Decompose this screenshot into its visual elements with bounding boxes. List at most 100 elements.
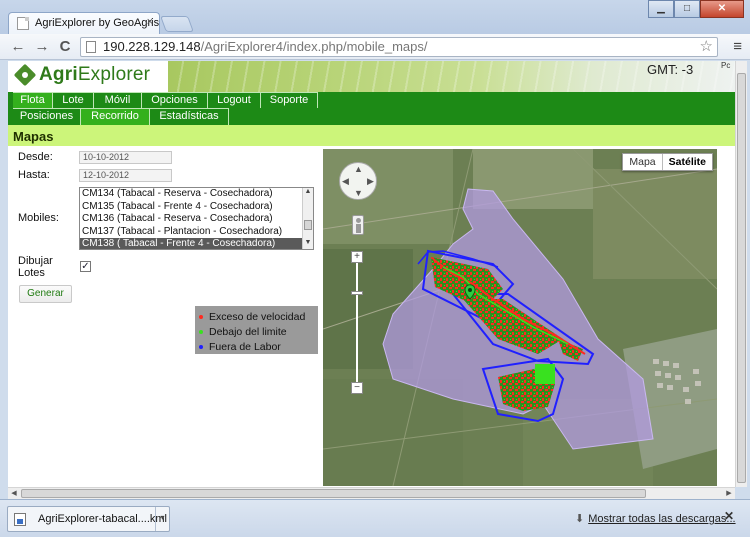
minimize-button[interactable]: ▁ <box>648 0 674 18</box>
url-text: 190.228.129.148/AgriExplorer4/index.php/… <box>103 39 428 54</box>
reload-button[interactable]: C <box>55 37 75 57</box>
pan-up-icon[interactable]: ▲ <box>354 164 363 174</box>
blue-dot-icon <box>199 344 203 349</box>
legend-item-speeding: Exceso de velocidad <box>195 309 318 324</box>
green-dot-icon <box>199 329 203 334</box>
header-banner: AgriExplorer GMT: -3 Pc <box>8 61 735 92</box>
close-window-button[interactable]: ✕ <box>700 0 744 18</box>
browser-titlebar: AgriExplorer by GeoAgris × ▁ □ ✕ <box>0 0 750 34</box>
window-controls: ▁ □ ✕ <box>648 0 744 18</box>
zoom-slider-handle[interactable] <box>351 291 363 295</box>
browser-menu-icon[interactable]: ≡ <box>733 38 742 55</box>
red-dot-icon <box>199 314 203 319</box>
street-view-pegman-icon[interactable] <box>352 215 364 235</box>
mobile-option-selected[interactable]: CM138 ( Tabacal - Frente 4 - Cosechadora… <box>80 238 313 249</box>
legend-item-under-limit: Debajo del limite <box>195 324 318 339</box>
pan-control[interactable]: ▲ ▼ ◀ ▶ <box>339 162 377 200</box>
scroll-right-icon[interactable]: ▶ <box>723 488 735 499</box>
show-all-downloads-link[interactable]: Mostrar todas las descargas... <box>588 513 735 525</box>
nav-movil[interactable]: Móvil <box>94 92 142 108</box>
nav-lote[interactable]: Lote <box>53 92 94 108</box>
page-favicon-icon <box>17 17 29 30</box>
forward-button[interactable]: → <box>32 37 52 57</box>
logo-agri: Agri <box>39 64 78 85</box>
map-type-satelite[interactable]: Satélite <box>661 154 712 170</box>
desde-label: Desde: <box>18 151 53 163</box>
generar-button[interactable]: Generar <box>19 285 72 303</box>
hasta-input[interactable]: 12-10-2012 <box>79 169 172 182</box>
maximize-button[interactable]: □ <box>674 0 700 18</box>
download-menu-chevron-icon[interactable]: ▾ <box>155 507 169 531</box>
listbox-scrollbar[interactable]: ▲ ▼ <box>302 188 313 249</box>
scroll-left-icon[interactable]: ◀ <box>8 488 20 499</box>
mobile-option[interactable]: CM134 (Tabacal - Reserva - Cosechadora) <box>80 188 313 201</box>
back-button[interactable]: ← <box>8 37 28 57</box>
page-title: Mapas <box>13 129 54 144</box>
satellite-map[interactable]: Mapa Satélite ▲ ▼ ◀ ▶ + − <box>323 149 717 486</box>
legend-item-off-labor: Fuera de Labor <box>195 339 318 354</box>
lotes-label: Lotes <box>18 267 45 279</box>
desde-input[interactable]: 10-10-2012 <box>79 151 172 164</box>
pan-right-icon[interactable]: ▶ <box>367 176 374 187</box>
logo-mark-icon <box>14 64 36 86</box>
vertical-scroll-thumb[interactable] <box>737 73 746 483</box>
nav-estadisticas[interactable]: Estadísticas <box>150 108 229 125</box>
mobiles-listbox[interactable]: CM134 (Tabacal - Reserva - Cosechadora) … <box>79 187 314 250</box>
logo-explorer: Explorer <box>77 64 151 85</box>
dibujar-label: Dibujar <box>18 255 53 267</box>
tab-close-icon[interactable]: × <box>147 16 153 28</box>
dibujar-lotes-checkbox[interactable]: ✓ <box>80 261 91 272</box>
nav-flota[interactable]: Flota <box>13 92 53 108</box>
route-legend: Exceso de velocidad Debajo del limite Fu… <box>195 306 318 354</box>
show-all-downloads[interactable]: ⬇ Mostrar todas las descargas... <box>575 512 736 525</box>
pan-left-icon[interactable]: ◀ <box>342 176 349 187</box>
section-header: Mapas <box>8 125 735 146</box>
secondary-nav: Posiciones Recorrido Estadísticas <box>8 108 735 125</box>
primary-nav: Flota Lote Móvil Opciones Logout Soporte <box>8 92 735 108</box>
nav-recorrido[interactable]: Recorrido <box>81 108 150 125</box>
map-type-mapa[interactable]: Mapa <box>623 154 661 170</box>
url-host: 190.228.129.148 <box>103 39 201 54</box>
pan-down-icon[interactable]: ▼ <box>354 188 363 198</box>
download-item[interactable]: AgriExplorer-tabacal....kml ▾ <box>7 506 170 532</box>
browser-toolbar: ← → C 190.228.129.148/AgriExplorer4/inde… <box>0 34 750 60</box>
scroll-down-icon[interactable]: ▼ <box>303 239 313 249</box>
new-tab-button[interactable] <box>160 16 194 32</box>
zoom-in-button[interactable]: + <box>351 251 363 263</box>
page-icon <box>86 41 96 53</box>
horizontal-scroll-thumb[interactable] <box>21 489 646 498</box>
nav-soporte[interactable]: Soporte <box>261 92 318 108</box>
vertical-scrollbar[interactable] <box>735 61 747 487</box>
mobiles-label: Mobiles: <box>18 212 59 224</box>
zoom-slider-track[interactable] <box>356 257 358 387</box>
horizontal-scrollbar[interactable]: ◀ ▶ <box>8 487 735 499</box>
map-canvas <box>323 149 717 486</box>
mobile-option[interactable]: CM136 (Tabacal - Reserva - Cosechadora) <box>80 213 313 226</box>
url-path: /AgriExplorer4/index.php/mobile_maps/ <box>200 39 428 54</box>
listbox-scroll-thumb[interactable] <box>304 220 312 230</box>
download-arrow-icon: ⬇ <box>575 513 585 525</box>
tab-title: AgriExplorer by GeoAgris <box>35 17 160 29</box>
mobile-option[interactable]: CM137 (Tabacal - Plantacion - Cosechador… <box>80 226 313 239</box>
legend-label: Fuera de Labor <box>209 340 281 353</box>
scroll-up-icon[interactable]: ▲ <box>303 188 313 198</box>
hasta-label: Hasta: <box>18 169 50 181</box>
browser-tab[interactable]: AgriExplorer by GeoAgris × <box>8 12 160 34</box>
logo-text: AgriExplorer <box>39 64 150 86</box>
mobile-option[interactable]: CM135 (Tabacal - Frente 4 - Cosechadora) <box>80 201 313 214</box>
nav-opciones[interactable]: Opciones <box>142 92 208 108</box>
zoom-out-button[interactable]: − <box>351 382 363 394</box>
kml-file-icon <box>14 513 26 526</box>
page-viewport: AgriExplorer GMT: -3 Pc Flota Lote Móvil… <box>8 61 735 487</box>
download-file-name: AgriExplorer-tabacal....kml <box>38 513 167 525</box>
nav-posiciones[interactable]: Posiciones <box>13 108 81 125</box>
downloads-bar: AgriExplorer-tabacal....kml ▾ ⬇ Mostrar t… <box>0 499 750 537</box>
gmt-label: GMT: -3 <box>647 62 694 77</box>
bookmark-star-icon[interactable]: ☆ <box>700 37 713 55</box>
close-downloads-icon[interactable]: ✕ <box>724 509 734 523</box>
map-type-control: Mapa Satélite <box>622 153 713 171</box>
address-bar[interactable]: 190.228.129.148/AgriExplorer4/index.php/… <box>80 37 718 57</box>
nav-logout[interactable]: Logout <box>208 92 261 108</box>
legend-label: Debajo del limite <box>209 325 287 338</box>
agriexplorer-logo: AgriExplorer <box>14 64 150 86</box>
